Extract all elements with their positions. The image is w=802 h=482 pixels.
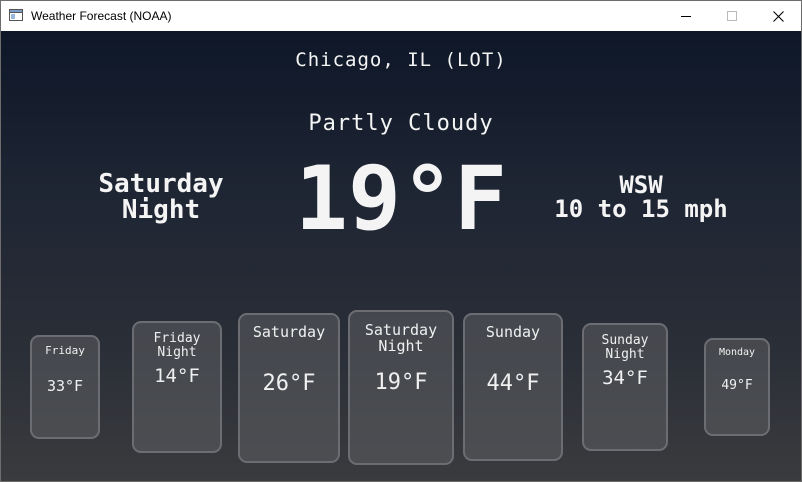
- location-label: Chicago, IL (LOT): [295, 49, 507, 71]
- period-time: Night: [121, 195, 201, 225]
- maximize-button[interactable]: [709, 1, 755, 31]
- forecast-card-temp: 14°F: [154, 365, 200, 387]
- forecast-card-name: Sunday Night: [601, 333, 649, 362]
- wind-info: WSW 10 to 15 mph: [536, 173, 746, 221]
- minimize-icon: [681, 16, 691, 17]
- current-temperature: 19°F: [295, 147, 507, 250]
- forecast-card-name: Friday: [45, 344, 85, 357]
- app-icon: [9, 9, 23, 21]
- maximize-icon: [727, 11, 737, 21]
- forecast-card-saturday[interactable]: Saturday 26°F: [238, 313, 340, 463]
- condition-label: Partly Cloudy: [308, 111, 494, 136]
- forecast-card-sunday-night[interactable]: Sunday Night 34°F: [582, 323, 668, 451]
- forecast-card-temp: 34°F: [602, 367, 648, 389]
- wind-direction: WSW: [619, 171, 663, 199]
- wind-speed: 10 to 15 mph: [554, 195, 728, 223]
- app-window: Weather Forecast (NOAA) Chicago, IL (LOT…: [0, 0, 802, 482]
- forecast-card-saturday-night[interactable]: Saturday Night 19°F: [348, 310, 454, 465]
- forecast-card-name: Saturday Night: [364, 321, 438, 355]
- forecast-card-monday[interactable]: Monday 49°F: [704, 338, 770, 436]
- close-icon: [772, 10, 784, 22]
- forecast-card-temp: 26°F: [262, 371, 316, 396]
- forecast-card-name: Friday Night: [153, 331, 201, 360]
- forecast-card-temp: 44°F: [486, 371, 540, 396]
- forecast-card-name: Saturday: [252, 323, 326, 341]
- close-button[interactable]: [755, 1, 801, 31]
- forecast-card-temp: 33°F: [46, 377, 84, 395]
- minimize-button[interactable]: [663, 1, 709, 31]
- period-day: Saturday: [98, 169, 224, 199]
- forecast-card-sunday[interactable]: Sunday 44°F: [463, 313, 563, 461]
- current-period: Saturday Night: [61, 171, 261, 223]
- title-bar[interactable]: Weather Forecast (NOAA): [1, 1, 801, 31]
- window-title: Weather Forecast (NOAA): [31, 9, 172, 23]
- forecast-card-temp: 19°F: [374, 370, 428, 395]
- forecast-card-temp: 49°F: [721, 378, 753, 393]
- forecast-card-name: Sunday: [485, 323, 541, 341]
- forecast-card-friday-night[interactable]: Friday Night 14°F: [132, 321, 222, 453]
- forecast-panel: Chicago, IL (LOT) Partly Cloudy Saturday…: [1, 31, 801, 481]
- forecast-card-friday[interactable]: Friday 33°F: [30, 335, 100, 439]
- forecast-card-name: Monday: [718, 347, 756, 358]
